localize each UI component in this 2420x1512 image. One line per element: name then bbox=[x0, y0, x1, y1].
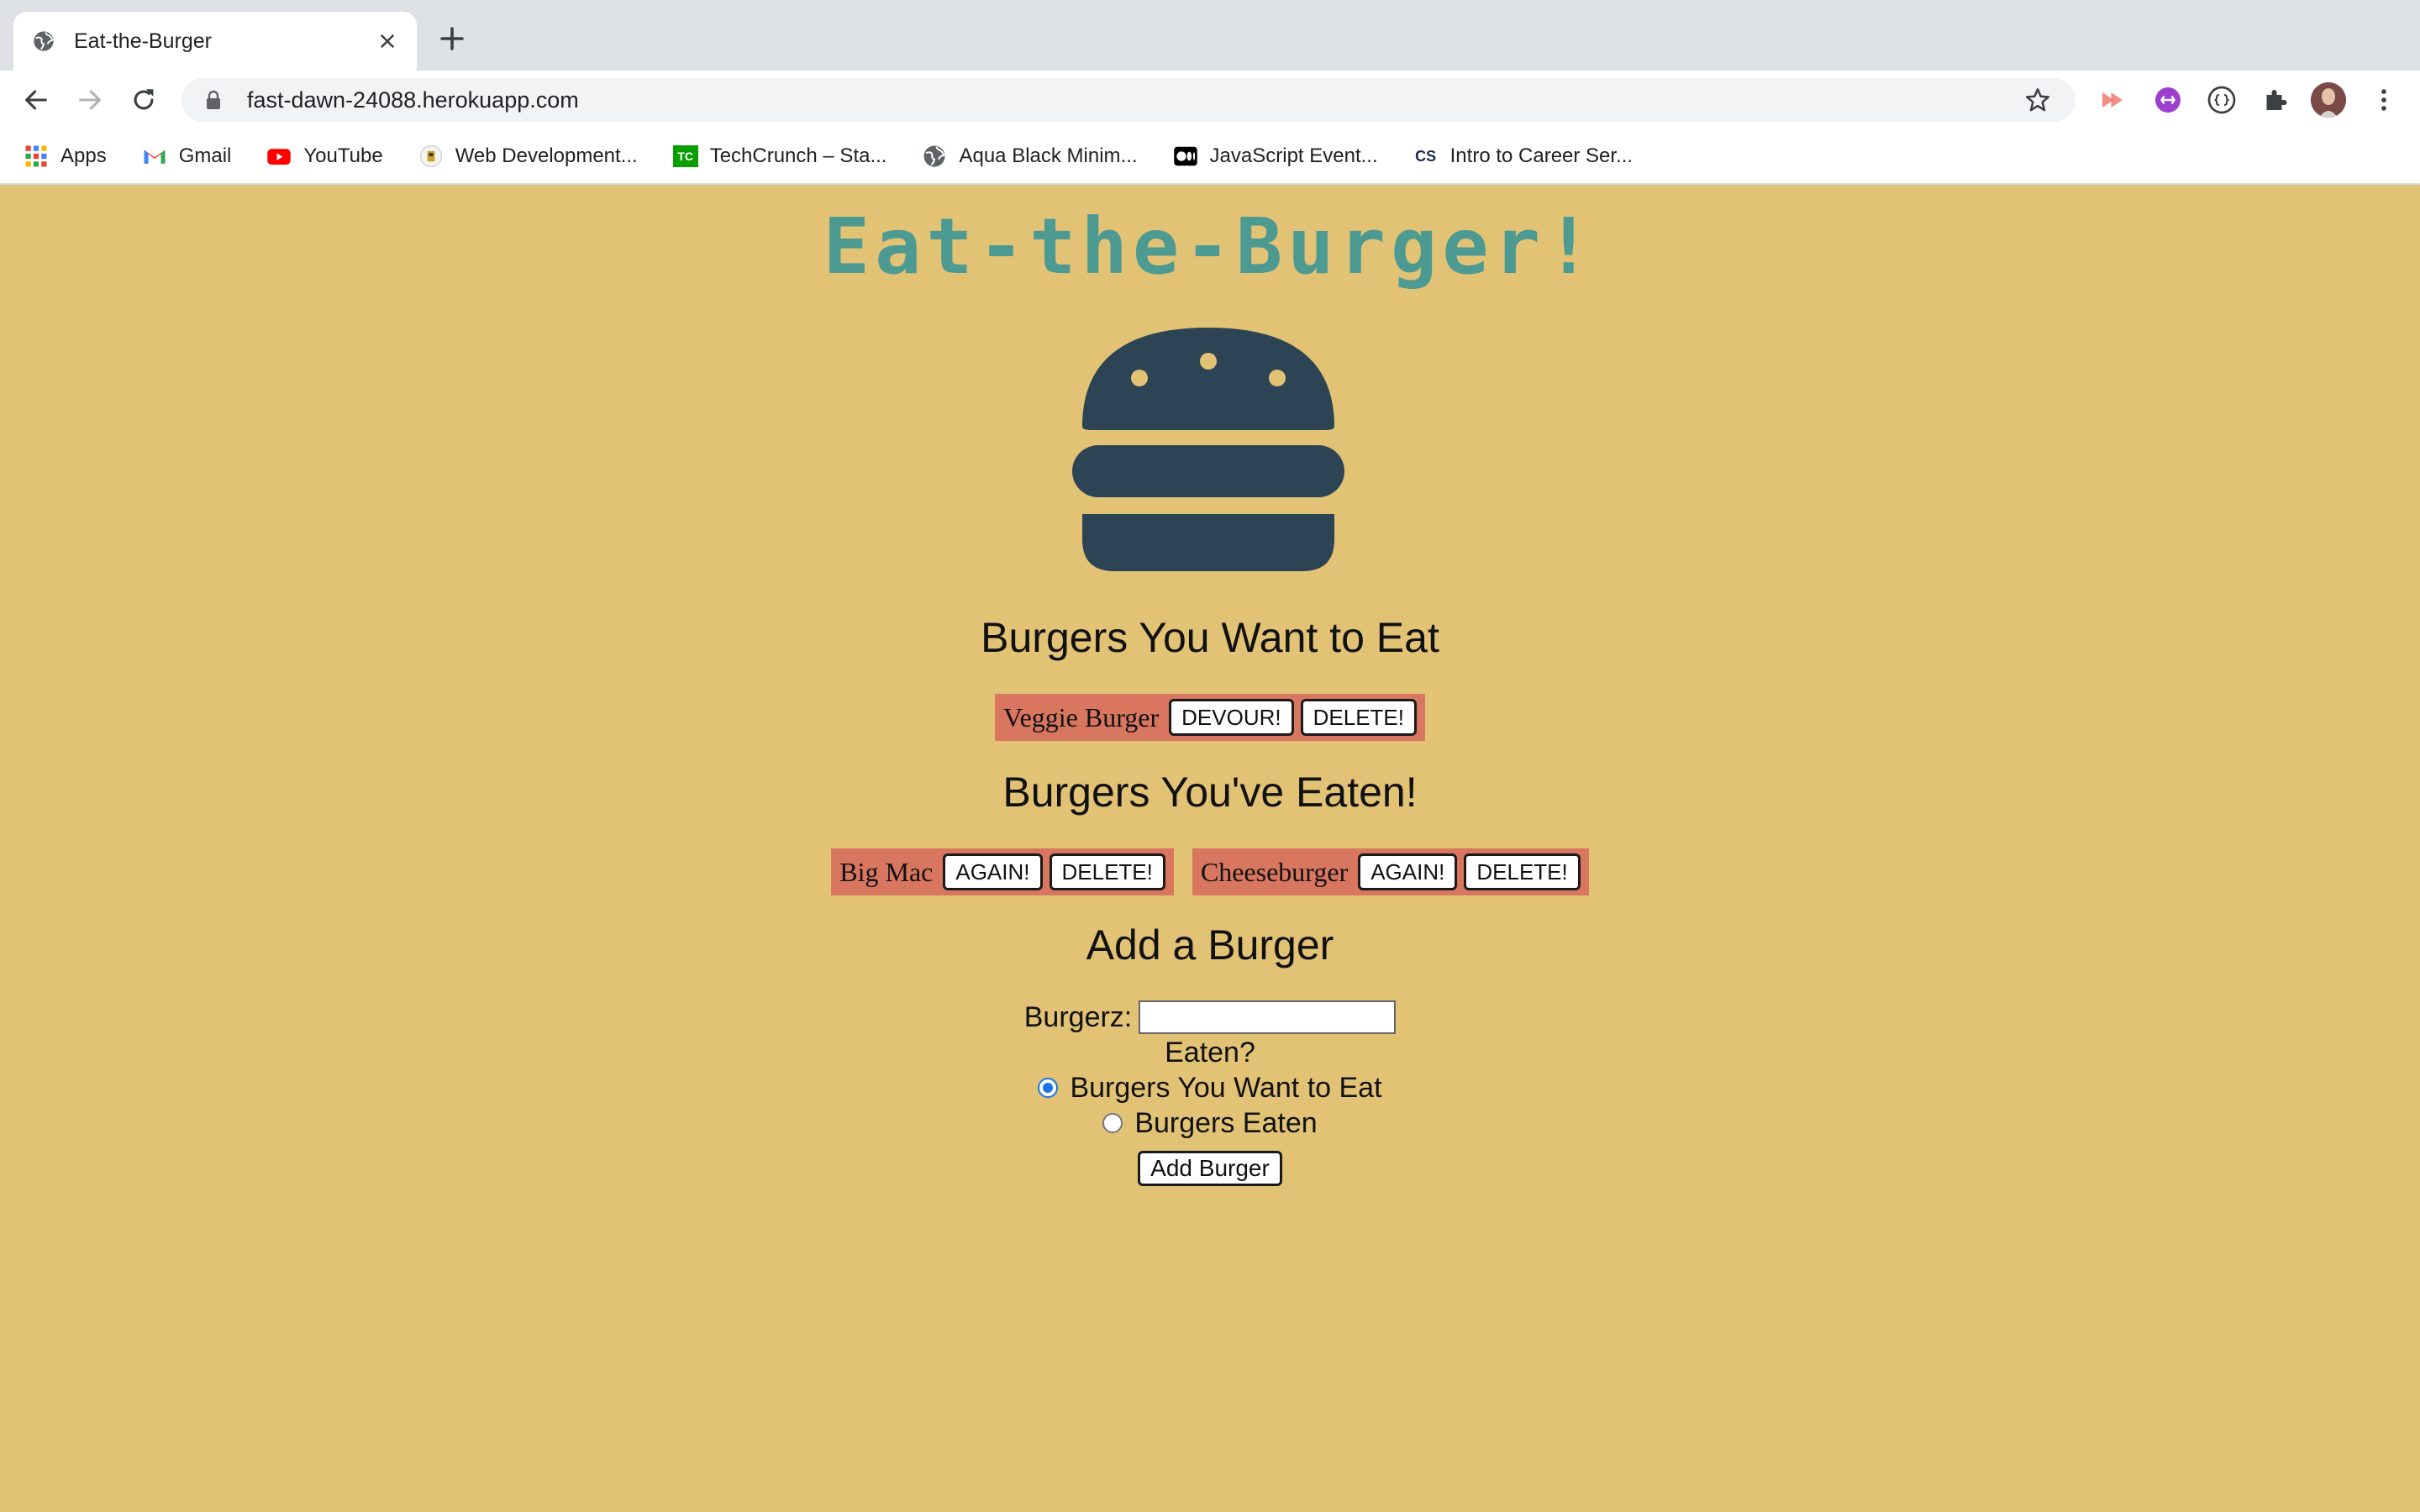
bookmark-techcrunch[interactable]: TC TechCrunch – Sta... bbox=[672, 144, 887, 168]
profile-avatar[interactable] bbox=[2311, 82, 2346, 118]
want-to-eat-heading: Burgers You Want to Eat bbox=[981, 614, 1439, 661]
youtube-icon bbox=[267, 149, 292, 165]
bookmark-label: Gmail bbox=[178, 144, 232, 167]
close-tab-icon[interactable] bbox=[376, 30, 398, 52]
apps-grid-icon bbox=[25, 145, 47, 167]
techcrunch-icon: TC bbox=[672, 145, 698, 167]
browser-chrome: Eat-the-Burger fast-dawn-24088.herokuapp… bbox=[0, 0, 2420, 185]
url-text: fast-dawn-24088.herokuapp.com bbox=[247, 87, 579, 113]
medium-icon bbox=[1173, 146, 1197, 166]
radio-eaten-row[interactable]: Burgers Eaten bbox=[0, 1105, 2420, 1141]
bookmark-web-development[interactable]: Web Development... bbox=[418, 144, 638, 169]
forward-arrow-icon[interactable] bbox=[76, 86, 104, 114]
burger-item: Veggie Burger DEVOUR! DELETE! bbox=[995, 694, 1425, 741]
delete-button[interactable]: DELETE! bbox=[1464, 853, 1581, 890]
new-tab-icon[interactable] bbox=[437, 24, 467, 54]
cs-badge-text: CS bbox=[1415, 147, 1437, 165]
more-menu-icon[interactable] bbox=[2370, 86, 2398, 114]
browser-tab[interactable]: Eat-the-Burger bbox=[13, 12, 417, 71]
techcrunch-badge-text: TC bbox=[677, 150, 694, 163]
bookmark-label: Aqua Black Minim... bbox=[959, 144, 1138, 167]
submit-wrapper: Add Burger bbox=[1138, 1151, 1282, 1186]
bookmark-star-icon[interactable] bbox=[2023, 86, 2052, 114]
burger-name: Veggie Burger bbox=[1003, 701, 1160, 732]
bookmark-label: TechCrunch – Sta... bbox=[709, 144, 887, 167]
burger-input-row: Burgerz: bbox=[0, 1000, 2420, 1035]
extension-braces-icon[interactable] bbox=[2207, 85, 2237, 115]
cs-icon: CS bbox=[1413, 144, 1439, 169]
extension-cast-icon[interactable] bbox=[2097, 85, 2128, 115]
burger-name: Cheeseburger bbox=[1200, 856, 1349, 887]
bookmark-youtube[interactable]: YouTube bbox=[266, 144, 383, 169]
page-content: Eat-the-Burger! Burgers You Want to Eat … bbox=[0, 185, 2420, 1512]
bookmark-aqua-black[interactable]: Aqua Black Minim... bbox=[922, 144, 1138, 169]
extensions-puzzle-icon[interactable] bbox=[2260, 85, 2291, 115]
eaten-list: Big Mac AGAIN! DELETE! Cheeseburger AGAI… bbox=[0, 848, 2420, 895]
address-bar[interactable]: fast-dawn-24088.herokuapp.com bbox=[182, 78, 2075, 122]
bookmark-apps[interactable]: Apps bbox=[24, 144, 107, 169]
burger-item: Cheeseburger AGAIN! DELETE! bbox=[1192, 848, 1589, 895]
delete-button[interactable]: DELETE! bbox=[1300, 699, 1417, 736]
burger-name: Big Mac bbox=[839, 856, 934, 887]
add-burger-heading: Add a Burger bbox=[1086, 921, 1334, 969]
radio-want-to-eat[interactable] bbox=[1038, 1078, 1059, 1098]
again-button[interactable]: AGAIN! bbox=[1358, 853, 1458, 890]
delete-button[interactable]: DELETE! bbox=[1049, 853, 1165, 890]
bookmark-label: Apps bbox=[60, 144, 107, 167]
tab-title: Eat-the-Burger bbox=[74, 29, 212, 53]
bookmark-intro-career[interactable]: CS Intro to Career Ser... bbox=[1413, 144, 1633, 169]
bookmark-javascript-event[interactable]: JavaScript Event... bbox=[1173, 144, 1378, 169]
globe-icon bbox=[34, 31, 54, 51]
burger-icon bbox=[1072, 328, 1344, 571]
bookmark-label: Intro to Career Ser... bbox=[1449, 144, 1634, 167]
burger-name-input[interactable] bbox=[1139, 1000, 1397, 1034]
bookmark-label: Web Development... bbox=[455, 144, 638, 167]
want-to-eat-list: Veggie Burger DEVOUR! DELETE! bbox=[0, 694, 2420, 741]
extension-purple-icon[interactable] bbox=[2153, 85, 2183, 115]
radio-want-row[interactable]: Burgers You Want to Eat bbox=[0, 1070, 2420, 1105]
radio-want-label: Burgers You Want to Eat bbox=[1070, 1071, 1382, 1104]
bookmark-label: YouTube bbox=[303, 144, 383, 167]
bookmark-gmail[interactable]: Gmail bbox=[142, 144, 232, 169]
radio-eaten[interactable] bbox=[1102, 1113, 1123, 1133]
tab-strip: Eat-the-Burger bbox=[0, 0, 2420, 71]
reload-icon[interactable] bbox=[129, 86, 158, 114]
add-burger-button[interactable]: Add Burger bbox=[1138, 1151, 1282, 1186]
eaten-heading: Burgers You've Eaten! bbox=[1002, 769, 1418, 816]
back-arrow-icon[interactable] bbox=[22, 86, 50, 114]
burger-input-label: Burgerz: bbox=[1023, 1000, 1133, 1033]
again-button[interactable]: AGAIN! bbox=[943, 853, 1043, 890]
eaten-label-row: Eaten? bbox=[0, 1035, 2420, 1070]
radio-eaten-label: Burgers Eaten bbox=[1134, 1106, 1318, 1139]
browser-toolbar: fast-dawn-24088.herokuapp.com bbox=[0, 71, 2420, 129]
profile-photo-icon bbox=[2311, 82, 2346, 118]
bookmark-favicon-icon bbox=[419, 144, 442, 168]
gmail-icon bbox=[144, 150, 166, 164]
page-title: Eat-the-Burger! bbox=[823, 202, 1597, 291]
add-burger-form: Burgerz: Eaten? Burgers You Want to Eat … bbox=[0, 1000, 2420, 1186]
lock-icon bbox=[207, 90, 220, 109]
devour-button[interactable]: DEVOUR! bbox=[1169, 699, 1294, 736]
bookmarks-bar: Apps Gmail YouTube Web Development... TC… bbox=[0, 129, 2420, 185]
globe-icon bbox=[923, 145, 946, 167]
bookmark-label: JavaScript Event... bbox=[1209, 144, 1378, 167]
burger-item: Big Mac AGAIN! DELETE! bbox=[831, 848, 1174, 895]
eaten-question-label: Eaten? bbox=[1165, 1036, 1255, 1068]
